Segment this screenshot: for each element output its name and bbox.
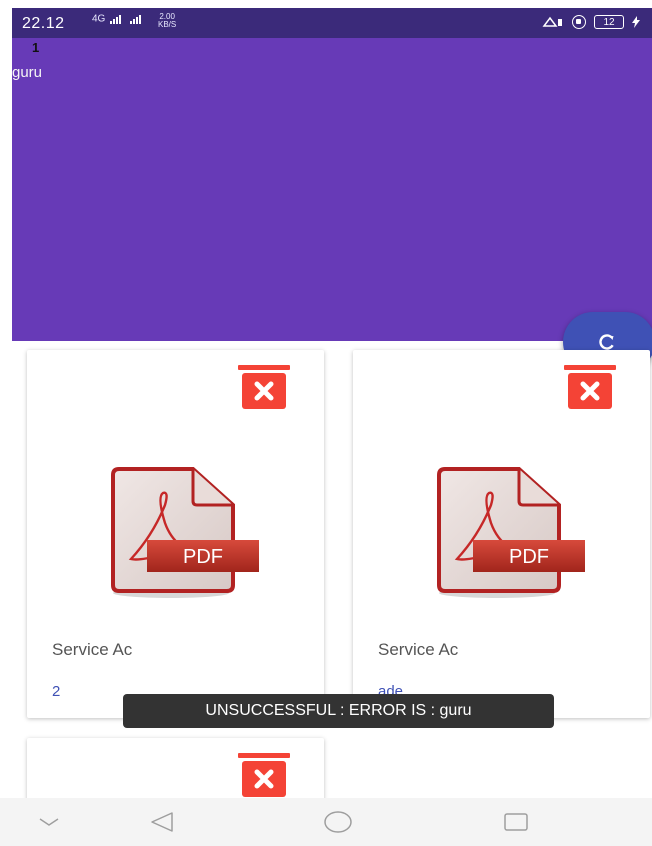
pdf-label: PDF — [183, 546, 223, 568]
document-card[interactable]: PDF Service Ac 2 — [27, 350, 324, 718]
delete-icon[interactable] — [563, 364, 617, 410]
speed-unit: KB/S — [158, 20, 177, 29]
pdf-file-icon: PDF — [111, 467, 259, 598]
alarm-icon — [572, 15, 586, 29]
card-title: Service Ac — [52, 640, 133, 659]
wifi-calling-icon — [542, 16, 562, 27]
network-indicator: 4G — [92, 14, 148, 25]
home-icon[interactable] — [322, 810, 354, 834]
status-right-icons: 12 — [542, 15, 640, 29]
card-title: Service Ac — [378, 640, 459, 659]
charging-icon — [632, 16, 640, 28]
document-card[interactable]: PDF Service Ac ade — [353, 350, 650, 718]
refresh-icon — [599, 334, 615, 350]
chevron-down-icon[interactable] — [38, 816, 60, 828]
toast-message: UNSUCCESSFUL : ERROR IS : guru — [123, 694, 554, 728]
header-username: guru — [12, 64, 43, 81]
signal-icon — [110, 15, 142, 24]
header-number: 1 — [32, 40, 40, 55]
delete-icon[interactable] — [237, 752, 291, 798]
status-time: 22.12 — [22, 15, 65, 32]
network-type: 4G — [92, 13, 106, 25]
pdf-file-icon: PDF — [437, 467, 585, 598]
header-banner: 1 guru — [12, 38, 652, 341]
battery-icon: 12 — [594, 15, 624, 29]
delete-icon[interactable] — [237, 364, 291, 410]
back-icon[interactable] — [148, 810, 176, 834]
status-bar: 22.12 4G 2.00 KB/S 12 — [12, 8, 652, 38]
system-nav-bar — [0, 798, 652, 846]
toast-text: UNSUCCESSFUL : ERROR IS : guru — [205, 702, 472, 719]
card-value: 2 — [52, 683, 61, 700]
network-speed: 2.00 KB/S — [158, 13, 176, 29]
pdf-label: PDF — [509, 546, 549, 568]
battery-level: 12 — [603, 16, 615, 28]
recents-icon[interactable] — [502, 810, 530, 834]
app-screen: 22.12 4G 2.00 KB/S 12 1 guru PDF Service… — [0, 0, 652, 846]
